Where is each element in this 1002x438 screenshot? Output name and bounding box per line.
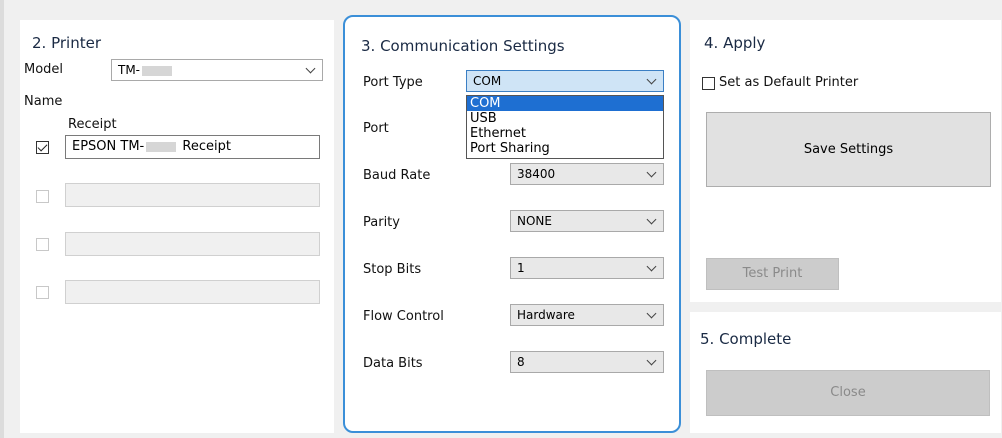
data-bits-label: Data Bits (363, 356, 423, 371)
port-type-option-port-sharing[interactable]: Port Sharing (467, 141, 663, 156)
close-button[interactable]: Close (706, 370, 990, 416)
chevron-down-icon (646, 74, 657, 85)
parity-value: NONE (517, 214, 552, 228)
chevron-down-icon (646, 261, 657, 272)
port-type-value: COM (473, 74, 502, 88)
printer-name-field-4[interactable] (65, 280, 320, 304)
printer-panel: 2. Printer Model TM- Name Receipt EPSON … (20, 20, 334, 433)
model-label: Model (24, 62, 64, 77)
baud-rate-value: 38400 (517, 167, 556, 181)
stop-bits-value: 1 (517, 261, 525, 275)
save-settings-label: Save Settings (803, 142, 894, 157)
chevron-down-icon (646, 214, 657, 225)
close-label: Close (830, 385, 866, 400)
communication-panel: 3. Communication Settings Port Type COM … (343, 15, 681, 433)
printer-name-field-3[interactable] (65, 232, 320, 256)
port-type-option-ethernet[interactable]: Ethernet (467, 126, 663, 141)
port-type-select[interactable]: COM (466, 70, 664, 92)
baud-rate-select[interactable]: 38400 (510, 163, 664, 185)
save-settings-button[interactable]: Save Settings (706, 112, 991, 187)
port-type-option-com[interactable]: COM (467, 96, 663, 111)
default-printer-label: Set as Default Printer (719, 75, 859, 90)
flow-control-select[interactable]: Hardware (510, 304, 664, 326)
communication-heading: 3. Communication Settings (361, 37, 565, 55)
flow-control-value: Hardware (517, 308, 575, 322)
port-type-label: Port Type (363, 75, 423, 90)
port-type-dropdown-list: COM USB Ethernet Port Sharing (466, 95, 664, 159)
parity-select[interactable]: NONE (510, 210, 664, 232)
redacted-model (142, 65, 173, 76)
data-bits-select[interactable]: 8 (510, 351, 664, 373)
apply-heading: 4. Apply (704, 34, 766, 52)
data-bits-value: 8 (517, 355, 525, 369)
printer-checkbox-2[interactable] (36, 190, 49, 203)
chevron-down-icon (646, 167, 657, 178)
chevron-down-icon (305, 63, 316, 74)
receipt-label: Receipt (68, 117, 117, 132)
redacted-name (146, 141, 177, 152)
printer-checkbox-1[interactable] (36, 141, 49, 154)
window-left-edge (0, 0, 4, 438)
port-type-option-usb[interactable]: USB (467, 111, 663, 126)
complete-panel: 5. Complete Close (690, 312, 1001, 433)
stop-bits-select[interactable]: 1 (510, 257, 664, 279)
receipt-suffix: Receipt (182, 139, 231, 154)
chevron-down-icon (646, 308, 657, 319)
apply-panel: 4. Apply Set as Default Printer Save Set… (690, 20, 1001, 302)
parity-label: Parity (363, 215, 400, 230)
printer-name-field-2[interactable] (65, 183, 320, 207)
receipt-prefix: EPSON TM- (72, 139, 145, 154)
default-printer-checkbox[interactable] (702, 77, 715, 90)
complete-heading: 5. Complete (700, 330, 792, 348)
test-print-label: Test Print (742, 266, 803, 281)
model-value: TM- (118, 63, 141, 77)
stop-bits-label: Stop Bits (363, 262, 422, 277)
test-print-button[interactable]: Test Print (706, 258, 839, 290)
printer-checkbox-4[interactable] (36, 286, 49, 299)
model-select[interactable]: TM- (111, 59, 323, 81)
chevron-down-icon (646, 355, 657, 366)
port-label: Port (363, 121, 389, 136)
printer-checkbox-3[interactable] (36, 238, 49, 251)
flow-control-label: Flow Control (363, 309, 444, 324)
name-label: Name (24, 94, 63, 109)
check-mark-icon (37, 141, 48, 152)
baud-rate-label: Baud Rate (363, 168, 431, 183)
printer-name-field-1[interactable]: EPSON TM- Receipt (65, 135, 320, 159)
printer-heading: 2. Printer (32, 34, 101, 52)
